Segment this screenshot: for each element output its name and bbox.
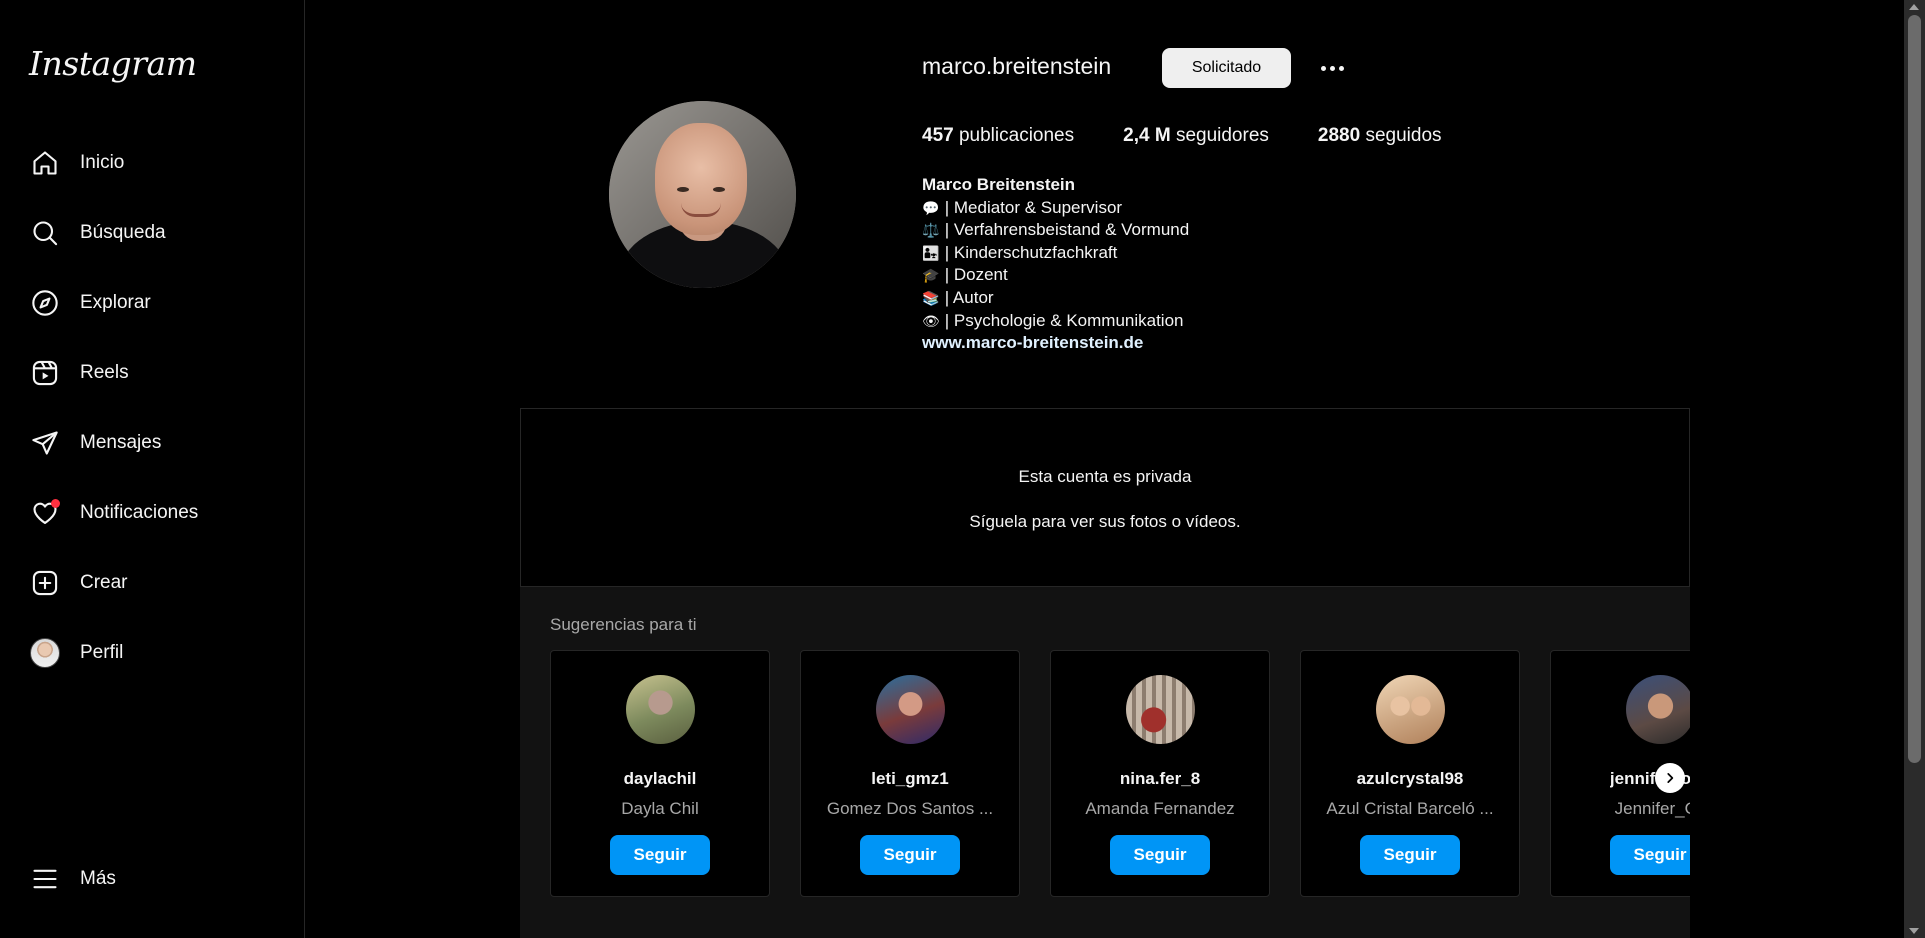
app: Instagram Inicio Búsqueda Explorar Reels… bbox=[0, 0, 1925, 938]
sidebar-item-label: Mensajes bbox=[80, 432, 162, 453]
avatar[interactable] bbox=[1375, 675, 1445, 744]
profile-main: marco.breitenstein Solicitado 457 public… bbox=[306, 0, 1904, 938]
stat-value: 457 bbox=[922, 125, 954, 146]
bio-full-name: Marco Breitenstein bbox=[922, 175, 1076, 194]
profile-avatar-icon bbox=[30, 638, 60, 668]
sidebar-nav: Inicio Búsqueda Explorar Reels Mensajes … bbox=[16, 135, 289, 695]
family-icon: 👨‍👧 bbox=[922, 244, 940, 261]
suggestion-username[interactable]: leti_gmz1 bbox=[871, 769, 948, 789]
avatar[interactable] bbox=[875, 675, 945, 744]
suggestion-username[interactable]: daylachil bbox=[624, 769, 697, 789]
plus-square-icon bbox=[30, 568, 60, 598]
suggestion-fullname: Azul Cristal Barceló ... bbox=[1326, 799, 1494, 818]
avatar[interactable] bbox=[625, 675, 695, 744]
bio-line: 💬 | Mediator & Supervisor bbox=[922, 197, 1189, 220]
avatar bbox=[30, 638, 60, 668]
sidebar-more: Más bbox=[16, 851, 289, 921]
suggestion-fullname: Amanda Fernandez bbox=[1085, 799, 1235, 818]
private-title: Esta cuenta es privada bbox=[1018, 467, 1192, 486]
sidebar-item-label: Más bbox=[80, 868, 116, 889]
profile-username: marco.breitenstein bbox=[922, 53, 1112, 79]
suggestions-carousel: daylachil Dayla Chil Seguir leti_gmz1 Go… bbox=[550, 650, 1690, 897]
sidebar-item-busqueda[interactable]: Búsqueda bbox=[16, 205, 289, 261]
sidebar-item-label: Búsqueda bbox=[80, 222, 166, 243]
chevron-right-icon bbox=[1667, 773, 1674, 783]
follow-button[interactable]: Seguir bbox=[1360, 835, 1460, 875]
bio-line: ⚖️ | Verfahrensbeistand & Vormund bbox=[922, 219, 1189, 242]
stat-value: 2,4 M bbox=[1123, 125, 1171, 146]
sidebar: Instagram Inicio Búsqueda Explorar Reels… bbox=[0, 0, 305, 938]
books-icon: 📚 bbox=[922, 289, 940, 306]
suggestions-title: Sugerencias para ti bbox=[550, 615, 697, 634]
profile-bio: Marco Breitenstein 💬 | Mediator & Superv… bbox=[922, 174, 1189, 355]
reels-icon bbox=[30, 358, 60, 388]
sidebar-item-inicio[interactable]: Inicio bbox=[16, 135, 289, 191]
sidebar-item-label: Crear bbox=[80, 572, 128, 593]
follow-button[interactable]: Seguir bbox=[610, 835, 710, 875]
sidebar-item-explorar[interactable]: Explorar bbox=[16, 275, 289, 331]
bio-website-link[interactable]: www.marco-breitenstein.de bbox=[922, 332, 1189, 355]
instagram-logo[interactable]: Instagram bbox=[29, 44, 197, 83]
stat-value: 2880 bbox=[1317, 125, 1361, 146]
speech-bubble-icon: 💬 bbox=[922, 199, 940, 216]
suggestions-section: Sugerencias para ti daylachil Dayla Chil… bbox=[520, 587, 1690, 938]
suggestion-card[interactable]: leti_gmz1 Gomez Dos Santos ... Seguir bbox=[800, 650, 1020, 897]
suggestion-card[interactable]: nina.fer_8 Amanda Fernandez Seguir bbox=[1050, 650, 1270, 897]
avatar[interactable] bbox=[1125, 675, 1195, 744]
heart-icon bbox=[30, 498, 60, 528]
sidebar-item-mas[interactable]: Más bbox=[16, 851, 289, 907]
carousel-next-button[interactable] bbox=[1655, 763, 1685, 793]
bio-line: 🎓 | Dozent bbox=[922, 264, 1189, 287]
suggestion-card[interactable]: daylachil Dayla Chil Seguir bbox=[550, 650, 770, 897]
scroll-down-arrow-icon[interactable] bbox=[1909, 928, 1919, 934]
suggestion-card[interactable]: azulcrystal98 Azul Cristal Barceló ... S… bbox=[1300, 650, 1520, 897]
menu-icon bbox=[30, 864, 60, 894]
stat-label: seguidores bbox=[1175, 125, 1269, 146]
suggestion-fullname: Dayla Chil bbox=[621, 799, 699, 818]
requested-button[interactable]: Solicitado bbox=[1162, 48, 1291, 88]
bio-line: 👨‍👧 | Kinderschutzfachkraft bbox=[922, 242, 1189, 265]
sidebar-item-mensajes[interactable]: Mensajes bbox=[16, 415, 289, 471]
home-icon bbox=[30, 148, 60, 178]
page-scrollbar[interactable] bbox=[1904, 0, 1925, 938]
suggestion-username[interactable]: azulcrystal98 bbox=[1357, 769, 1464, 789]
sidebar-item-label: Inicio bbox=[80, 152, 125, 173]
stat-posts[interactable]: 457 publicaciones bbox=[922, 125, 1074, 147]
sidebar-item-label: Perfil bbox=[80, 642, 124, 663]
notification-badge bbox=[51, 499, 60, 508]
send-icon bbox=[30, 428, 60, 458]
eye-icon: 👁 bbox=[922, 312, 940, 329]
scrollbar-thumb[interactable] bbox=[1908, 15, 1921, 763]
sidebar-item-notificaciones[interactable]: Notificaciones bbox=[16, 485, 289, 541]
graduation-cap-icon: 🎓 bbox=[922, 267, 940, 284]
avatar[interactable] bbox=[1625, 675, 1690, 744]
scroll-up-arrow-icon[interactable] bbox=[1909, 4, 1919, 10]
private-subtitle: Síguela para ver sus fotos o vídeos. bbox=[969, 512, 1241, 531]
sidebar-item-reels[interactable]: Reels bbox=[16, 345, 289, 401]
scales-icon: ⚖️ bbox=[922, 222, 940, 239]
suggestion-username[interactable]: nina.fer_8 bbox=[1120, 769, 1200, 789]
sidebar-item-label: Notificaciones bbox=[80, 502, 199, 523]
compass-icon bbox=[30, 288, 60, 318]
stat-following[interactable]: 2880 seguidos bbox=[1318, 125, 1442, 147]
bio-line: 👁 | Psychologie & Kommunikation bbox=[922, 310, 1189, 333]
profile-stats: 457 publicaciones 2,4 M seguidores 2880 … bbox=[922, 125, 1491, 147]
suggestion-fullname: Gomez Dos Santos ... bbox=[826, 799, 994, 818]
stat-label: publicaciones bbox=[958, 125, 1075, 146]
suggestion-fullname: Jennifer_Oli bbox=[1614, 799, 1690, 818]
sidebar-item-label: Explorar bbox=[80, 292, 151, 313]
follow-button[interactable]: Seguir bbox=[1610, 835, 1690, 875]
profile-picture[interactable] bbox=[609, 101, 796, 288]
stat-followers[interactable]: 2,4 M seguidores bbox=[1123, 125, 1269, 147]
sidebar-item-label: Reels bbox=[80, 362, 129, 383]
bio-line: 📚 | Autor bbox=[922, 287, 1189, 310]
more-options-icon[interactable] bbox=[1312, 55, 1352, 81]
sidebar-item-crear[interactable]: Crear bbox=[16, 555, 289, 611]
stat-label: seguidos bbox=[1365, 125, 1442, 146]
search-icon bbox=[30, 218, 60, 248]
follow-button[interactable]: Seguir bbox=[860, 835, 960, 875]
private-account-notice: Esta cuenta es privada Síguela para ver … bbox=[520, 408, 1690, 587]
follow-button[interactable]: Seguir bbox=[1110, 835, 1210, 875]
sidebar-item-perfil[interactable]: Perfil bbox=[16, 625, 289, 681]
